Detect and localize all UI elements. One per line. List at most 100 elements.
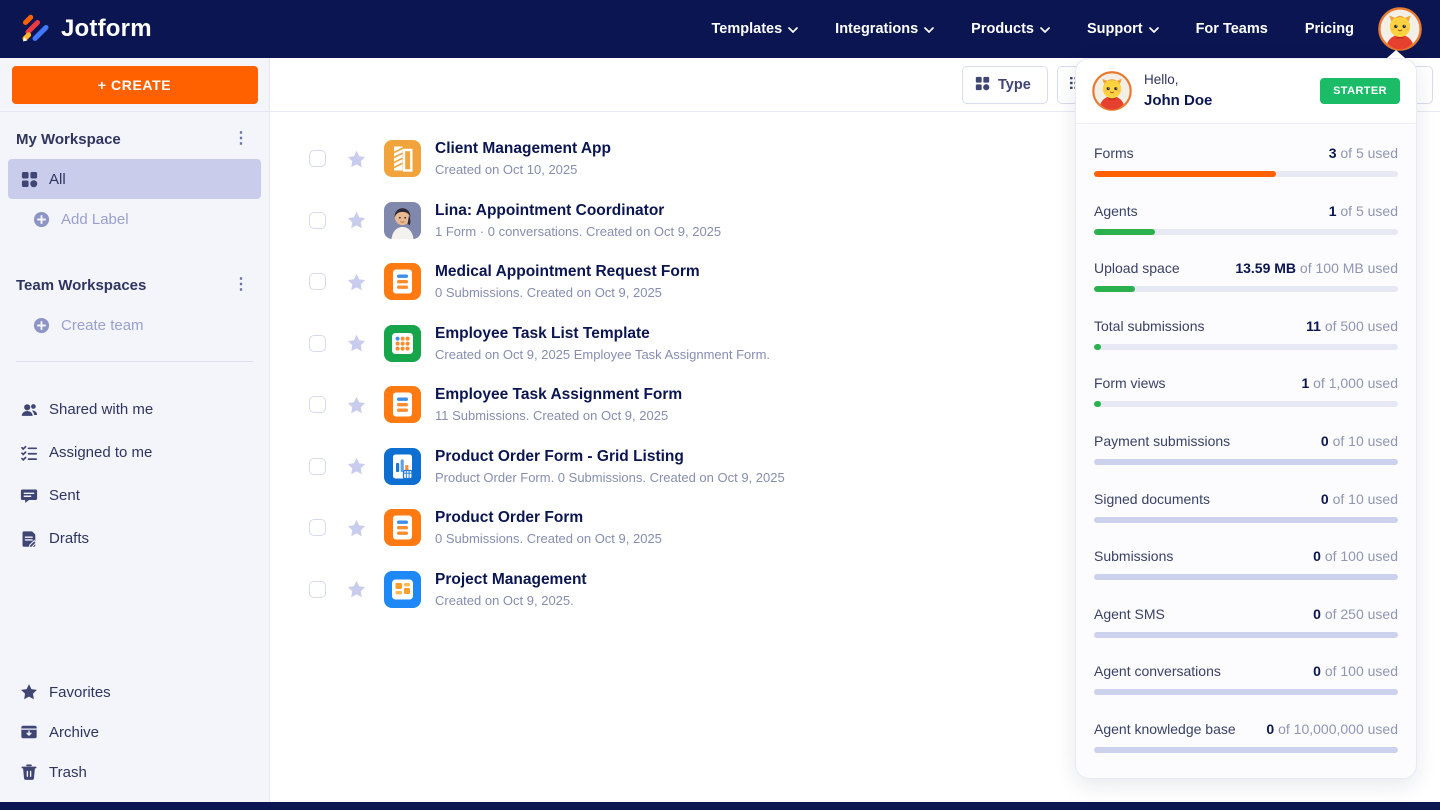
nav-item-integrations[interactable]: Integrations <box>835 21 934 37</box>
user-avatar[interactable] <box>1378 7 1422 51</box>
meter-used-value: 0 <box>1313 606 1321 622</box>
team-workspaces-menu-icon[interactable]: ⋮ <box>227 278 255 292</box>
brand-name: Jotform <box>61 15 152 43</box>
form-row-text: Product Order Form 0 Submissions. Created… <box>435 509 662 546</box>
form-checkbox[interactable] <box>309 150 326 167</box>
form-checkbox[interactable] <box>309 273 326 290</box>
meter-quota-text: of 10,000,000 used <box>1274 721 1398 737</box>
meter-fill <box>1094 401 1101 407</box>
meter-value: 0 of 100 used <box>1313 548 1398 564</box>
meter-row: Upload space13.59 MB of 100 MB used <box>1094 260 1398 276</box>
user-avatar[interactable] <box>1092 71 1132 111</box>
meter-track <box>1094 517 1398 523</box>
chevron-down-icon <box>924 21 934 37</box>
form-title[interactable]: Product Order Form - Grid Listing <box>435 448 785 466</box>
meter-value: 1 of 1,000 used <box>1301 375 1398 391</box>
form-title[interactable]: Client Management App <box>435 140 611 158</box>
form-checkbox[interactable] <box>309 519 326 536</box>
chat-icon <box>20 487 38 505</box>
meter-value: 3 of 5 used <box>1329 145 1398 161</box>
sidebar-item-add-label[interactable]: Add Label <box>8 199 261 239</box>
report-blue-icon[interactable] <box>384 448 421 485</box>
my-workspace-menu-icon[interactable]: ⋮ <box>227 132 255 146</box>
form-checkbox[interactable] <box>309 335 326 352</box>
sidebar-item-archive[interactable]: Archive <box>8 712 261 752</box>
archive-icon <box>20 723 38 741</box>
meter-quota-text: of 250 used <box>1321 606 1398 622</box>
usage-meter-payment-submissions: Payment submissions0 of 10 used <box>1094 418 1398 476</box>
form-checkbox[interactable] <box>309 212 326 229</box>
account-usage-panel: Hello, John Doe STARTER Forms3 of 5 used… <box>1075 58 1417 779</box>
usage-meter-agent-sms: Agent SMS0 of 250 used <box>1094 591 1398 649</box>
meter-label: Submissions <box>1094 548 1173 564</box>
form-subtitle: Created on Oct 10, 2025 <box>435 162 611 177</box>
usage-meter-signed-documents: Signed documents0 of 10 used <box>1094 476 1398 534</box>
type-filter-button[interactable]: Type <box>962 66 1048 104</box>
form-title[interactable]: Lina: Appointment Coordinator <box>435 202 721 220</box>
favorite-star-icon[interactable] <box>347 211 366 229</box>
form-orange-icon[interactable] <box>384 263 421 300</box>
favorite-star-icon[interactable] <box>347 519 366 537</box>
form-subtitle: 1 Form · 0 conversations. Created on Oct… <box>435 224 721 239</box>
meter-used-value: 0 <box>1321 491 1329 507</box>
form-row-text: Lina: Appointment Coordinator 1 Form · 0 … <box>435 202 721 239</box>
meter-row: Agents1 of 5 used <box>1094 203 1398 219</box>
sidebar-nav-group: Shared with meAssigned to meSentDrafts <box>0 388 269 560</box>
nav-item-products[interactable]: Products <box>971 21 1050 37</box>
form-checkbox[interactable] <box>309 396 326 413</box>
sidebar-item-shared-with-me[interactable]: Shared with me <box>8 388 261 431</box>
sidebar-item-create-team[interactable]: Create team <box>8 305 261 345</box>
create-button[interactable]: + CREATE <box>12 66 258 104</box>
form-title[interactable]: Medical Appointment Request Form <box>435 263 700 281</box>
meter-used-value: 3 <box>1329 145 1337 161</box>
table-green-icon[interactable] <box>384 325 421 362</box>
form-title[interactable]: Product Order Form <box>435 509 662 527</box>
favorite-star-icon[interactable] <box>347 150 366 168</box>
form-title[interactable]: Employee Task List Template <box>435 325 770 343</box>
nav-item-for-teams[interactable]: For Teams <box>1196 21 1268 37</box>
plan-badge[interactable]: STARTER <box>1320 78 1400 104</box>
meter-used-value: 0 <box>1313 548 1321 564</box>
create-button-wrap: + CREATE <box>0 58 269 112</box>
favorite-star-icon[interactable] <box>347 457 366 475</box>
form-orange-icon[interactable] <box>384 509 421 546</box>
favorite-star-icon[interactable] <box>347 273 366 291</box>
sidebar-item-sent[interactable]: Sent <box>8 474 261 517</box>
nav-item-label: Integrations <box>835 21 918 37</box>
nav-item-label: Pricing <box>1305 21 1354 37</box>
sidebar-item-all[interactable]: All <box>8 159 261 199</box>
agent-photo-icon[interactable] <box>384 202 421 239</box>
favorite-star-icon[interactable] <box>347 334 366 352</box>
building-app-icon[interactable] <box>384 140 421 177</box>
usage-meter-list: Forms3 of 5 usedAgents1 of 5 usedUpload … <box>1076 124 1416 764</box>
form-checkbox[interactable] <box>309 581 326 598</box>
form-title[interactable]: Employee Task Assignment Form <box>435 386 682 404</box>
greeting-block: Hello, John Doe <box>1144 70 1212 111</box>
meter-value: 0 of 10,000,000 used <box>1266 721 1398 737</box>
nav-item-label: Support <box>1087 21 1143 37</box>
form-title[interactable]: Project Management <box>435 571 587 589</box>
nav-item-pricing[interactable]: Pricing <box>1305 21 1354 37</box>
sidebar-item-assigned-to-me[interactable]: Assigned to me <box>8 431 261 474</box>
sidebar-item-favorites[interactable]: Favorites <box>8 672 261 712</box>
favorite-star-icon[interactable] <box>347 580 366 598</box>
nav-item-templates[interactable]: Templates <box>712 21 799 37</box>
sidebar-item-drafts[interactable]: Drafts <box>8 517 261 560</box>
form-orange-icon[interactable] <box>384 386 421 423</box>
favorite-star-icon[interactable] <box>347 396 366 414</box>
board-blue-icon[interactable] <box>384 571 421 608</box>
sidebar-item-label: Trash <box>49 764 87 781</box>
jotform-logo[interactable]: Jotform <box>18 10 152 49</box>
meter-track <box>1094 286 1398 292</box>
usage-meter-form-views: Form views1 of 1,000 used <box>1094 360 1398 418</box>
nav-item-support[interactable]: Support <box>1087 21 1159 37</box>
my-workspace-title: My Workspace <box>16 131 121 148</box>
form-checkbox[interactable] <box>309 458 326 475</box>
sidebar-item-trash[interactable]: Trash <box>8 752 261 792</box>
meter-used-value: 11 <box>1306 318 1321 334</box>
star-icon <box>20 683 38 701</box>
usage-meter-agent-knowledge-base: Agent knowledge base0 of 10,000,000 used <box>1094 706 1398 764</box>
form-subtitle: 0 Submissions. Created on Oct 9, 2025 <box>435 531 662 546</box>
usage-meter-upload-space: Upload space13.59 MB of 100 MB used <box>1094 245 1398 303</box>
trash-icon <box>20 763 38 781</box>
